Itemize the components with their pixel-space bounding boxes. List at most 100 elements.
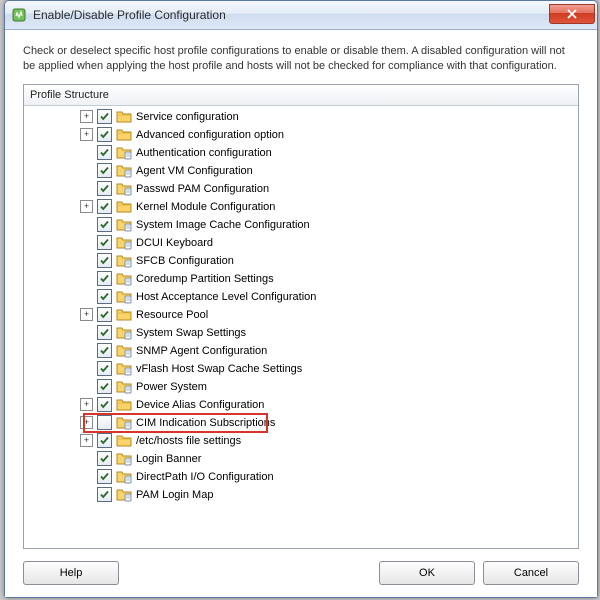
close-button[interactable]	[549, 4, 595, 24]
tree-item-label: Advanced configuration option	[136, 129, 284, 141]
expand-icon[interactable]: +	[80, 434, 93, 447]
tree-row[interactable]: System Image Cache Configuration	[28, 216, 578, 234]
profile-icon	[116, 290, 132, 304]
expand-icon[interactable]: +	[80, 416, 93, 429]
tree-row[interactable]: SFCB Configuration	[28, 252, 578, 270]
checkbox[interactable]	[97, 271, 112, 286]
tree-item-label: Service configuration	[136, 111, 239, 123]
tree-row[interactable]: + Kernel Module Configuration	[28, 198, 578, 216]
tree-panel: Profile Structure + Service configuration…	[23, 84, 579, 549]
folder-icon	[116, 434, 132, 448]
profile-icon	[116, 272, 132, 286]
tree-row[interactable]: DCUI Keyboard	[28, 234, 578, 252]
button-row: Help OK Cancel	[23, 561, 579, 585]
tree-row[interactable]: Coredump Partition Settings	[28, 270, 578, 288]
folder-icon	[116, 308, 132, 322]
ok-button[interactable]: OK	[379, 561, 475, 585]
tree-row[interactable]: Authentication configuration	[28, 144, 578, 162]
app-icon	[11, 7, 27, 23]
tree-column-header[interactable]: Profile Structure	[24, 85, 578, 106]
checkbox[interactable]	[97, 199, 112, 214]
expand-icon[interactable]: +	[80, 200, 93, 213]
tree-row[interactable]: System Swap Settings	[28, 324, 578, 342]
profile-icon	[116, 146, 132, 160]
checkbox[interactable]	[97, 235, 112, 250]
checkbox[interactable]	[97, 181, 112, 196]
checkbox[interactable]	[97, 397, 112, 412]
checkbox[interactable]	[97, 325, 112, 340]
profile-icon	[116, 362, 132, 376]
tree-row[interactable]: Host Acceptance Level Configuration	[28, 288, 578, 306]
tree-row[interactable]: vFlash Host Swap Cache Settings	[28, 360, 578, 378]
checkbox[interactable]	[97, 253, 112, 268]
tree-row[interactable]: Agent VM Configuration	[28, 162, 578, 180]
tree-row[interactable]: Login Banner	[28, 450, 578, 468]
tree-item-label: Kernel Module Configuration	[136, 201, 275, 213]
tree-row[interactable]: Passwd PAM Configuration	[28, 180, 578, 198]
tree-item-label: System Swap Settings	[136, 327, 246, 339]
profile-icon	[116, 254, 132, 268]
tree-item-label: SFCB Configuration	[136, 255, 234, 267]
tree-item-label: Authentication configuration	[136, 147, 272, 159]
tree-row[interactable]: + Service configuration	[28, 108, 578, 126]
profile-icon	[116, 380, 132, 394]
profile-icon	[116, 416, 132, 430]
profile-icon	[116, 344, 132, 358]
help-button[interactable]: Help	[23, 561, 119, 585]
folder-icon	[116, 398, 132, 412]
checkbox[interactable]	[97, 307, 112, 322]
checkbox[interactable]	[97, 433, 112, 448]
expand-icon[interactable]: +	[80, 308, 93, 321]
tree-item-label: System Image Cache Configuration	[136, 219, 310, 231]
tree-item-label: Login Banner	[136, 453, 201, 465]
expand-icon[interactable]: +	[80, 110, 93, 123]
profile-icon	[116, 326, 132, 340]
tree-row[interactable]: + CIM Indication Subscriptions	[28, 414, 578, 432]
folder-icon	[116, 110, 132, 124]
checkbox[interactable]	[97, 145, 112, 160]
checkbox[interactable]	[97, 127, 112, 142]
checkbox[interactable]	[97, 343, 112, 358]
expand-icon[interactable]: +	[80, 128, 93, 141]
profile-icon	[116, 164, 132, 178]
folder-icon	[116, 128, 132, 142]
checkbox[interactable]	[97, 217, 112, 232]
titlebar[interactable]: Enable/Disable Profile Configuration	[5, 1, 597, 30]
profile-icon	[116, 452, 132, 466]
profile-icon	[116, 470, 132, 484]
tree-item-label: DCUI Keyboard	[136, 237, 213, 249]
checkbox[interactable]	[97, 469, 112, 484]
expand-icon[interactable]: +	[80, 398, 93, 411]
tree-body[interactable]: + Service configuration + Advanced configur…	[24, 106, 578, 548]
checkbox[interactable]	[97, 289, 112, 304]
checkbox[interactable]	[97, 379, 112, 394]
tree-row[interactable]: Power System	[28, 378, 578, 396]
checkbox[interactable]	[97, 415, 112, 430]
checkbox[interactable]	[97, 487, 112, 502]
tree-row[interactable]: PAM Login Map	[28, 486, 578, 504]
dialog-content: Check or deselect specific host profile …	[5, 30, 597, 597]
tree-row[interactable]: + Resource Pool	[28, 306, 578, 324]
tree-row[interactable]: SNMP Agent Configuration	[28, 342, 578, 360]
checkbox[interactable]	[97, 451, 112, 466]
tree-item-label: /etc/hosts file settings	[136, 435, 241, 447]
dialog-window: Enable/Disable Profile Configuration Che…	[4, 0, 598, 598]
profile-icon	[116, 218, 132, 232]
tree-row[interactable]: DirectPath I/O Configuration	[28, 468, 578, 486]
tree-row[interactable]: + /etc/hosts file settings	[28, 432, 578, 450]
tree-item-label: CIM Indication Subscriptions	[136, 417, 275, 429]
tree-item-label: Resource Pool	[136, 309, 208, 321]
tree-item-label: Passwd PAM Configuration	[136, 183, 269, 195]
checkbox[interactable]	[97, 109, 112, 124]
checkbox[interactable]	[97, 361, 112, 376]
tree-item-label: SNMP Agent Configuration	[136, 345, 267, 357]
profile-icon	[116, 488, 132, 502]
tree-row[interactable]: +Device Alias Configuration	[28, 396, 578, 414]
tree-item-label: Host Acceptance Level Configuration	[136, 291, 316, 303]
cancel-button[interactable]: Cancel	[483, 561, 579, 585]
tree-row[interactable]: + Advanced configuration option	[28, 126, 578, 144]
tree-item-label: vFlash Host Swap Cache Settings	[136, 363, 302, 375]
checkbox[interactable]	[97, 163, 112, 178]
tree-item-label: Power System	[136, 381, 207, 393]
tree-item-label: Agent VM Configuration	[136, 165, 253, 177]
